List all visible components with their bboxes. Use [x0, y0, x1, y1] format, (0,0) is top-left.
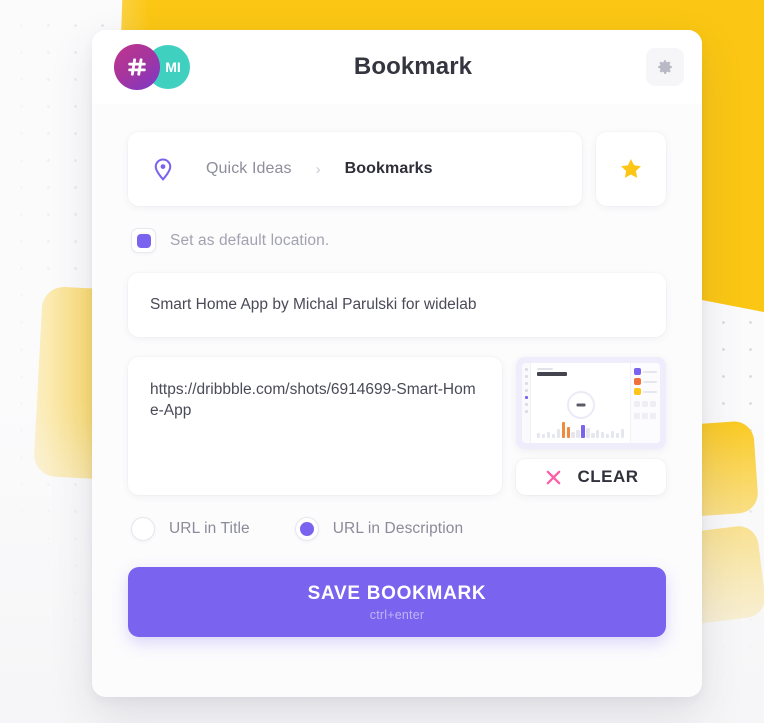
thumbnail-preview [522, 363, 660, 443]
thumb-line-heading [537, 372, 567, 376]
thumb-rail-dot [524, 403, 528, 406]
breadcrumb[interactable]: Quick Ideas › Bookmarks [128, 132, 582, 206]
thumb-line-small [537, 368, 553, 370]
thumb-bar-chart [537, 422, 625, 438]
dialog-header: MI Bookmark [92, 30, 702, 104]
clear-button-label: CLEAR [577, 467, 639, 486]
radio-url-in-title[interactable]: URL in Title [131, 517, 250, 541]
thumb-grid [634, 413, 657, 419]
thumb-chip [634, 378, 657, 385]
thumb-dial-control [566, 391, 595, 419]
url-mode-radio-group: URL in Title URL in Description [128, 517, 666, 541]
logo-hash-circle [114, 44, 160, 90]
gear-icon [658, 60, 673, 74]
location-pin-icon [150, 156, 176, 182]
settings-button[interactable] [646, 48, 684, 86]
default-location-label: Set as default location. [170, 231, 330, 249]
thumb-rail-dot [524, 375, 528, 378]
thumb-rail-dot [524, 382, 528, 385]
radio-url-in-title-label: URL in Title [169, 520, 250, 537]
url-side-panel: CLEAR [516, 357, 666, 495]
thumb-chip [634, 388, 657, 395]
breadcrumb-parent[interactable]: Quick Ideas [206, 160, 292, 178]
thumb-rail-dot [524, 410, 528, 413]
bookmark-title-input[interactable]: Smart Home App by Michal Parulski for wi… [128, 273, 666, 337]
save-bookmark-label: SAVE BOOKMARK [307, 582, 487, 604]
save-bookmark-button[interactable]: SAVE BOOKMARK ctrl+enter [128, 567, 666, 637]
breadcrumb-row: Quick Ideas › Bookmarks [128, 132, 666, 206]
app-logo: MI [114, 44, 198, 90]
chevron-right-icon: › [315, 160, 321, 178]
favorite-button[interactable] [596, 132, 666, 206]
breadcrumb-current: Bookmarks [344, 160, 433, 177]
bookmark-thumbnail[interactable] [516, 357, 666, 449]
thumb-grid [634, 401, 657, 407]
checkbox-checked-indicator [136, 233, 151, 248]
logo-mi-text: MI [165, 59, 181, 75]
thumb-chip [634, 368, 657, 375]
radio-url-in-title-control[interactable] [131, 517, 155, 541]
bookmark-url-input[interactable]: https://dribbble.com/shots/6914699-Smart… [128, 357, 502, 495]
default-location-checkbox-row[interactable]: Set as default location. [128, 228, 666, 253]
dialog-body: Quick Ideas › Bookmarks Set as default l… [92, 104, 702, 697]
radio-selected-indicator [299, 522, 314, 536]
close-x-icon [547, 470, 561, 484]
radio-url-in-description-label: URL in Description [332, 520, 464, 537]
thumb-rail-dot-active [524, 396, 528, 399]
thumbnail-right-panel [630, 363, 660, 443]
radio-url-in-description-control[interactable] [294, 517, 319, 541]
radio-url-in-description[interactable]: URL in Description [294, 517, 464, 541]
thumb-rail-dot [524, 368, 528, 371]
star-icon [621, 158, 641, 178]
clear-button[interactable]: CLEAR [516, 459, 666, 495]
thumbnail-main-area [531, 363, 630, 443]
default-location-checkbox[interactable] [131, 228, 156, 253]
hash-icon [128, 58, 146, 76]
thumb-rail-dot [524, 389, 528, 392]
dialog-title: Bookmark [353, 53, 473, 80]
url-row: https://dribbble.com/shots/6914699-Smart… [128, 357, 666, 495]
bookmark-dialog: MI Bookmark Quick Ideas › Bookmarks Set … [92, 30, 702, 697]
thumbnail-sidebar [522, 363, 531, 443]
save-bookmark-shortcut: ctrl+enter [369, 607, 425, 622]
